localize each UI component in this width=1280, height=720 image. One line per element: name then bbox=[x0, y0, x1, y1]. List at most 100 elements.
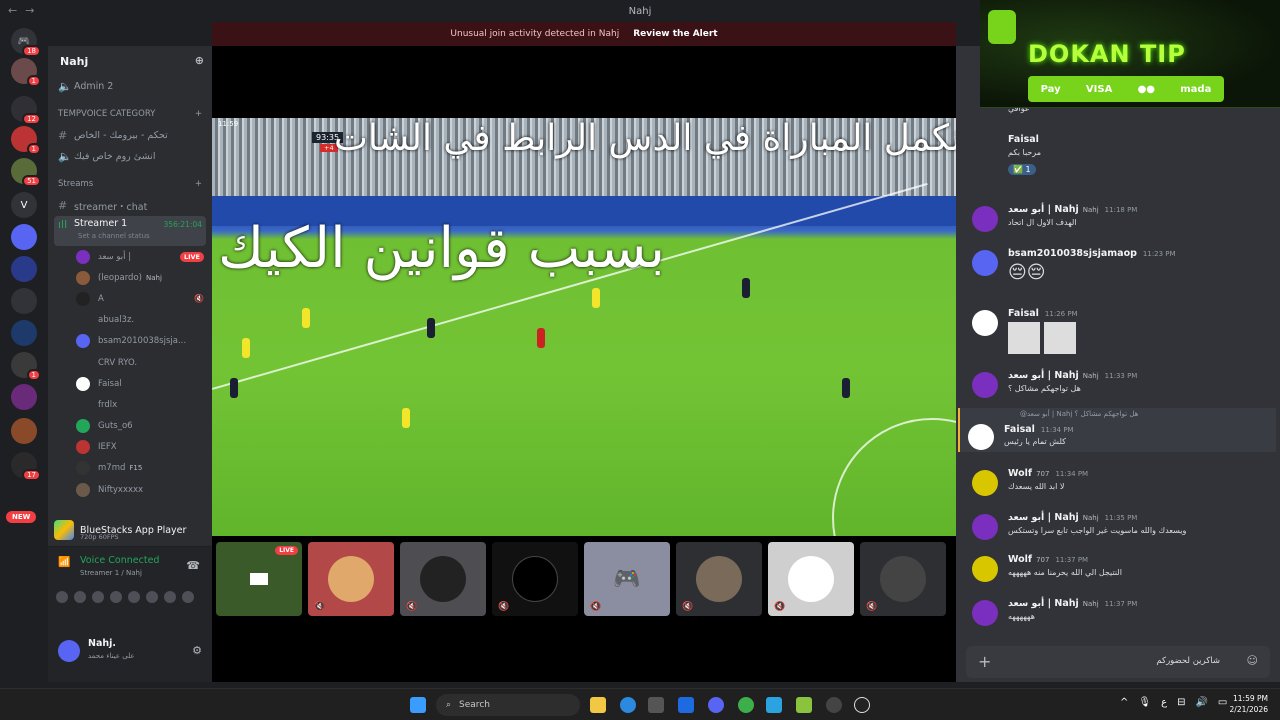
message-author[interactable]: Wolf 707 11:34 PM bbox=[1008, 468, 1088, 479]
voice-connected-label[interactable]: Voice Connected bbox=[80, 555, 159, 566]
voice-channel-path[interactable]: Streamer 1 / Nahj bbox=[80, 569, 142, 577]
server-letter[interactable]: V bbox=[11, 192, 37, 218]
voice-user[interactable]: CRV RYO. bbox=[48, 352, 212, 373]
language-icon[interactable]: ع bbox=[1161, 697, 1167, 708]
server-icon[interactable] bbox=[11, 320, 37, 346]
outlook-icon[interactable] bbox=[678, 697, 694, 713]
user-avatar-icon[interactable] bbox=[182, 591, 194, 603]
message-author[interactable]: Faisal 11:34 PM bbox=[1004, 424, 1074, 435]
server-icon[interactable]: 1 bbox=[11, 126, 41, 155]
start-icon[interactable] bbox=[410, 697, 426, 713]
volume-icon[interactable]: 🔊 bbox=[1195, 697, 1207, 708]
server-icon[interactable] bbox=[11, 256, 37, 282]
category-streams[interactable]: Streams + bbox=[48, 173, 212, 195]
participant-tile[interactable]: 🔇 bbox=[860, 542, 946, 616]
participant-tile[interactable]: 🔇 bbox=[676, 542, 762, 616]
user-avatar-icon[interactable] bbox=[74, 591, 86, 603]
reply-preview[interactable]: @أبو سعد | Nahj هل تواجهكم مشاكل ؟ bbox=[1020, 410, 1138, 418]
server-icon[interactable] bbox=[11, 288, 37, 314]
discord-home-icon[interactable]: 🎮 18 bbox=[11, 28, 41, 57]
avatar[interactable] bbox=[972, 600, 998, 626]
edge-icon[interactable] bbox=[620, 697, 636, 713]
stream-preview-tile[interactable]: LIVE bbox=[216, 542, 302, 616]
chrome-icon[interactable] bbox=[738, 697, 754, 713]
participant-tile[interactable]: 🔇 bbox=[492, 542, 578, 616]
channel-streamer-chat[interactable]: # streamer・chat bbox=[48, 195, 212, 216]
avatar[interactable] bbox=[972, 556, 998, 582]
avatar[interactable] bbox=[972, 372, 998, 398]
battery-icon[interactable]: ▭ bbox=[1218, 697, 1227, 708]
settings-icon[interactable]: ⚙ bbox=[192, 644, 202, 657]
channel-admin[interactable]: 🔈 Admin 2 bbox=[48, 76, 212, 97]
server-icon[interactable]: 51 bbox=[11, 158, 41, 187]
message-author[interactable]: أبو سعد | Nahj Nahj 11:18 PM bbox=[1008, 204, 1137, 215]
obs-icon[interactable] bbox=[854, 697, 870, 713]
server-icon[interactable]: 1 bbox=[11, 58, 41, 87]
voice-user[interactable]: m7md F15 bbox=[48, 458, 212, 479]
mic-icon[interactable]: 🎙 bbox=[1138, 697, 1151, 708]
participant-tile[interactable]: 🎮 🔇 bbox=[584, 542, 670, 616]
user-avatar-icon[interactable] bbox=[164, 591, 176, 603]
chevron-up-icon[interactable]: ^ bbox=[1120, 697, 1128, 708]
channel-streamer-1[interactable]: ıll Streamer 1 356:21:04 Set a channel s… bbox=[54, 216, 206, 246]
add-channel-icon[interactable]: + bbox=[195, 109, 202, 119]
server-icon[interactable]: 12 bbox=[11, 96, 41, 125]
server-icon[interactable]: 1 bbox=[11, 352, 41, 381]
chat-input[interactable]: + شاكرين لحضوركم ☺ bbox=[966, 646, 1270, 678]
user-avatar-icon[interactable] bbox=[128, 591, 140, 603]
nav-arrows[interactable]: ←→ bbox=[8, 4, 42, 17]
discord-icon[interactable] bbox=[708, 697, 724, 713]
file-explorer-icon[interactable] bbox=[590, 697, 606, 713]
voice-user[interactable]: أبو سعد | LIVE bbox=[48, 246, 212, 267]
steam-icon[interactable] bbox=[826, 697, 842, 713]
participant-tile[interactable]: 🔇 bbox=[400, 542, 486, 616]
category-tempvoice[interactable]: TEMPVOICE CATEGORY + bbox=[48, 103, 212, 125]
bluestacks-icon[interactable] bbox=[796, 697, 812, 713]
disconnect-icon[interactable]: ☎ bbox=[186, 559, 200, 572]
voice-user[interactable]: A 🔇 bbox=[48, 288, 212, 309]
image-attachment[interactable] bbox=[1044, 322, 1076, 354]
user-avatar-icon[interactable] bbox=[146, 591, 158, 603]
user-avatar-icon[interactable] bbox=[56, 591, 68, 603]
participant-tile[interactable]: 🔇 bbox=[768, 542, 854, 616]
voice-user[interactable]: IEFX bbox=[48, 437, 212, 458]
message-author[interactable]: bsam2010038sjsjamaop 11:23 PM bbox=[1008, 248, 1176, 259]
avatar[interactable] bbox=[968, 424, 994, 450]
voice-user[interactable]: Guts_o6 bbox=[48, 416, 212, 437]
add-channel-icon[interactable]: + bbox=[195, 179, 202, 189]
server-icon[interactable] bbox=[11, 418, 37, 444]
voice-user[interactable]: (leopardo) Nahj bbox=[48, 267, 212, 288]
stream-video[interactable]: 11:59 93:35 +4 حياكم الله نكمل المباراة … bbox=[212, 118, 956, 536]
message-author[interactable]: أبو سعد | Nahj Nahj 11:33 PM bbox=[1008, 370, 1137, 381]
avatar[interactable] bbox=[972, 206, 998, 232]
user-avatar-icon[interactable] bbox=[92, 591, 104, 603]
review-alert-link[interactable]: Review the Alert bbox=[633, 29, 717, 39]
avatar[interactable] bbox=[972, 514, 998, 540]
voice-user[interactable]: abual3z. bbox=[48, 310, 212, 331]
clock[interactable]: 11:59 PM 2/21/2026 bbox=[1230, 693, 1268, 715]
emoji-icon[interactable]: ☺ bbox=[1247, 654, 1258, 667]
avatar[interactable] bbox=[58, 640, 80, 662]
image-attachment[interactable] bbox=[1008, 322, 1040, 354]
new-badge[interactable]: NEW bbox=[6, 511, 37, 523]
avatar[interactable] bbox=[972, 470, 998, 496]
telegram-icon[interactable] bbox=[766, 697, 782, 713]
voice-user[interactable]: bsam2010038sjsja... bbox=[48, 331, 212, 352]
voice-user[interactable]: Faisal bbox=[48, 373, 212, 394]
add-attachment-icon[interactable]: + bbox=[978, 652, 991, 671]
server-icon[interactable] bbox=[11, 224, 37, 250]
activity-bluestacks[interactable]: BlueStacks App Player 720p 60FPS bbox=[54, 516, 206, 544]
message-author[interactable]: أبو سعد | Nahj Nahj 11:37 PM bbox=[1008, 598, 1137, 609]
server-icon[interactable] bbox=[11, 384, 37, 410]
system-tray[interactable]: ^ 🎙 ع ⊟ 🔊 ▭ bbox=[1120, 697, 1227, 708]
message-author[interactable]: Wolf 707 11:37 PM bbox=[1008, 554, 1088, 565]
taskbar-search[interactable]: ⌕ Search bbox=[436, 694, 580, 716]
server-header[interactable]: Nahj ⊕ bbox=[48, 46, 212, 76]
voice-user[interactable]: frdlx bbox=[48, 394, 212, 415]
add-user-icon[interactable]: ⊕ bbox=[195, 54, 204, 67]
server-icon[interactable]: 17 bbox=[11, 452, 41, 481]
chat-input-text[interactable]: شاكرين لحضوركم bbox=[1156, 656, 1220, 666]
message-author[interactable]: Faisal bbox=[1008, 134, 1039, 145]
message-author[interactable]: Faisal 11:26 PM bbox=[1008, 308, 1078, 319]
channel-control[interactable]: # تحكم - بيرومك - الخاص bbox=[48, 125, 212, 146]
